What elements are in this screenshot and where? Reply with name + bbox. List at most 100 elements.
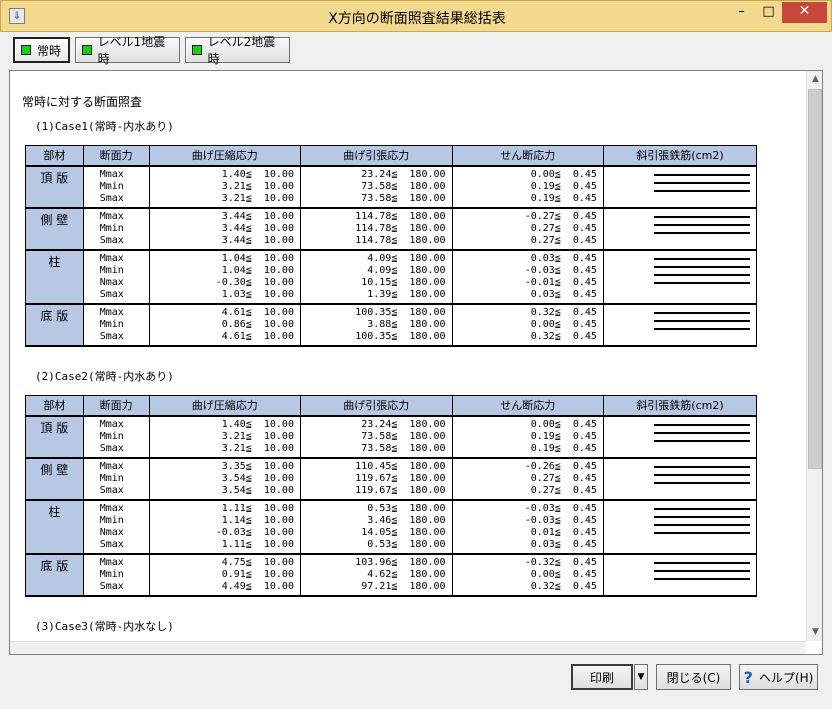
- member-cell: 頂 版: [25, 415, 84, 458]
- cell-value: 3.44≦ 10.00: [221, 222, 294, 234]
- case-title: (1)Case1(常時-内水あり): [35, 120, 174, 133]
- cell-value: 3.54≦ 10.00: [221, 484, 294, 496]
- dash-line: [653, 561, 750, 564]
- table-row: 側 壁 Mmax Mmin Smax 3.44≦ 10.00 3.44≦ 10.00 3.4…: [25, 207, 758, 250]
- column-header: せん断応力: [451, 395, 604, 416]
- close-button[interactable]: 閉じる(C): [656, 664, 731, 690]
- report-panel[interactable]: 常時に対する断面照査 (1)Case1(常時-内水あり) 部材 断面力 曲げ圧縮応力曲…: [9, 70, 823, 655]
- force-cell: Mmax Mmin Smax: [82, 553, 150, 596]
- window-title: X方向の断面照査結果総括表: [328, 11, 506, 27]
- force-cell: Mmax Mmin Smax: [82, 165, 150, 208]
- force-cell: Mmax Mmin Smax: [82, 457, 150, 500]
- dash-line: [653, 531, 750, 534]
- diagonal-rebar-cell: [602, 303, 758, 346]
- dash-line: [653, 439, 750, 442]
- compressive-stress-cell: 4.61≦ 10.00 0.86≦ 10.00 4.61≦ 10.00: [148, 303, 301, 346]
- scroll-down-icon[interactable]: ▼: [807, 624, 822, 641]
- tensile-stress-cell: 23.24≦ 180.00 73.58≦ 180.00 73.58≦ 180.00: [299, 165, 453, 208]
- level1-seismic-button[interactable]: レベル1地震時: [75, 35, 180, 66]
- compressive-stress-cell: 4.75≦ 10.00 0.91≦ 10.00 4.49≦ 10.00: [148, 553, 301, 596]
- table-header-row: 部材 断面力 曲げ圧縮応力 曲げ引張応力 せん断応力 斜引張鉄筋(cm2): [25, 145, 758, 166]
- cell-value: 0.00≦ 0.45: [530, 568, 597, 580]
- cell-value: 1.11≦ 10.00: [221, 502, 294, 514]
- print-button[interactable]: 印刷: [571, 664, 633, 690]
- cell-value: -0.32≦ 0.45: [524, 556, 597, 568]
- cell-value: 1.04≦ 10.00: [221, 252, 294, 264]
- dash-line: [653, 265, 750, 268]
- table-row: 柱 Mmax Mmin Nmax Smax 1.04≦ 10.00 1.04≦ 10.00-…: [25, 249, 758, 304]
- diagonal-rebar-cell: [602, 415, 758, 458]
- cell-value: 110.45≦ 180.00: [355, 460, 446, 472]
- dash-line: [653, 577, 750, 580]
- cell-value: 73.58≦ 180.00: [361, 192, 446, 204]
- print-dropdown-arrow-icon[interactable]: ▼: [634, 664, 648, 690]
- dash-line: [653, 173, 750, 176]
- column-header: 曲げ引張応力: [299, 145, 453, 166]
- cell-value: Mmin: [99, 472, 124, 484]
- cell-value: 1.40≦ 10.00: [221, 168, 294, 180]
- normal-condition-button[interactable]: 常時: [13, 37, 70, 63]
- tensile-stress-cell: 100.35≦ 180.00 3.88≦ 180.00 100.35≦ 180.00: [299, 303, 453, 346]
- cell-value: 0.32≦ 0.45: [530, 330, 597, 342]
- cell-value: -0.30≦ 10.00: [215, 276, 294, 288]
- column-header: 断面力: [82, 395, 150, 416]
- cell-value: 73.58≦ 180.00: [361, 430, 446, 442]
- column-header: 曲げ引張応力: [299, 395, 453, 416]
- tensile-stress-cell: 4.09≦ 180.00 4.09≦ 180.00 10.15≦ 180.00 1.3…: [299, 249, 453, 304]
- cell-value: 3.46≦ 180.00: [367, 514, 446, 526]
- diagonal-rebar-cell: [602, 457, 758, 500]
- close-window-button[interactable]: ✕: [782, 2, 827, 23]
- horizontal-scrollbar[interactable]: [10, 641, 806, 654]
- compressive-stress-cell: 3.35≦ 10.00 3.54≦ 10.00 3.54≦ 10.00: [148, 457, 301, 500]
- cell-value: Mmin: [99, 430, 124, 442]
- cell-value: 73.58≦ 180.00: [361, 442, 446, 454]
- shear-stress-cell: -0.03≦ 0.45 -0.03≦ 0.45 0.01≦ 0.45 0.03≦ 0.…: [451, 499, 604, 554]
- cell-value: 100.35≦ 180.00: [355, 306, 446, 318]
- cell-value: Mmin: [99, 264, 124, 276]
- cell-value: Mmin: [99, 318, 124, 330]
- cell-value: Mmax: [99, 306, 124, 318]
- cell-value: 4.62≦ 180.00: [367, 568, 446, 580]
- cell-value: Smax: [99, 442, 124, 454]
- report-heading: 常時に対する断面照査: [22, 95, 143, 109]
- table-row: 柱 Mmax Mmin Nmax Smax 1.11≦ 10.00 1.14≦ 10.00-…: [25, 499, 758, 554]
- maximize-button[interactable]: □: [755, 2, 782, 23]
- diagonal-rebar-cell: [602, 249, 758, 304]
- table-row: 頂 版 Mmax Mmin Smax 1.40≦ 10.00 3.21≦ 10.00 3.2…: [25, 415, 758, 458]
- table-row: 底 版 Mmax Mmin Smax 4.61≦ 10.00 0.86≦ 10.00 4.6…: [25, 303, 758, 346]
- results-table: 部材 断面力 曲げ圧縮応力 曲げ引張応力 せん断応力 斜引張鉄筋(cm2) 頂 版 Mmax M…: [25, 145, 758, 347]
- minimize-button[interactable]: –: [728, 2, 755, 23]
- cell-value: 0.03≦ 0.45: [530, 288, 597, 300]
- cell-value: 3.21≦ 10.00: [221, 442, 294, 454]
- cell-value: 23.24≦ 180.00: [361, 418, 446, 430]
- column-header: 断面力: [82, 145, 150, 166]
- dash-line: [653, 481, 750, 484]
- cell-value: 0.03≦ 0.45: [530, 252, 597, 264]
- shear-stress-cell: -0.26≦ 0.45 0.27≦ 0.45 0.27≦ 0.45: [451, 457, 604, 500]
- cell-value: 0.19≦ 0.45: [530, 180, 597, 192]
- diagonal-rebar-cell: [602, 207, 758, 250]
- cell-value: 0.00≦ 0.45: [530, 318, 597, 330]
- diagonal-rebar-cell: [602, 499, 758, 554]
- vertical-scrollbar[interactable]: ▲ ▼: [806, 71, 822, 641]
- cell-value: 114.78≦ 180.00: [355, 222, 446, 234]
- scroll-thumb[interactable]: [808, 89, 822, 469]
- toolbar: 常時 レベル1地震時 レベル2地震時: [0, 32, 832, 68]
- table-row: 底 版 Mmax Mmin Smax 4.75≦ 10.00 0.91≦ 10.00 4.4…: [25, 553, 758, 596]
- cell-value: 4.09≦ 180.00: [367, 252, 446, 264]
- compressive-stress-cell: 1.40≦ 10.00 3.21≦ 10.00 3.21≦ 10.00: [148, 415, 301, 458]
- diagonal-rebar-cell: [602, 553, 758, 596]
- member-cell: 側 壁: [25, 457, 84, 500]
- cell-value: 23.24≦ 180.00: [361, 168, 446, 180]
- cell-value: 1.40≦ 10.00: [221, 418, 294, 430]
- cell-value: 103.96≦ 180.00: [355, 556, 446, 568]
- level2-seismic-button[interactable]: レベル2地震時: [185, 35, 290, 66]
- help-button[interactable]: ? ヘルプ(H): [739, 664, 818, 690]
- compressive-stress-cell: 1.11≦ 10.00 1.14≦ 10.00 -0.03≦ 10.00 1.11≦ …: [148, 499, 301, 554]
- cell-value: Nmax: [99, 276, 124, 288]
- cell-value: 0.00≦ 0.45: [530, 168, 597, 180]
- cell-value: 3.44≦ 10.00: [221, 234, 294, 246]
- cell-value: Smax: [99, 192, 124, 204]
- shear-stress-cell: 0.03≦ 0.45 -0.03≦ 0.45 -0.01≦ 0.45 0.03≦ 0.…: [451, 249, 604, 304]
- scroll-up-icon[interactable]: ▲: [807, 71, 822, 88]
